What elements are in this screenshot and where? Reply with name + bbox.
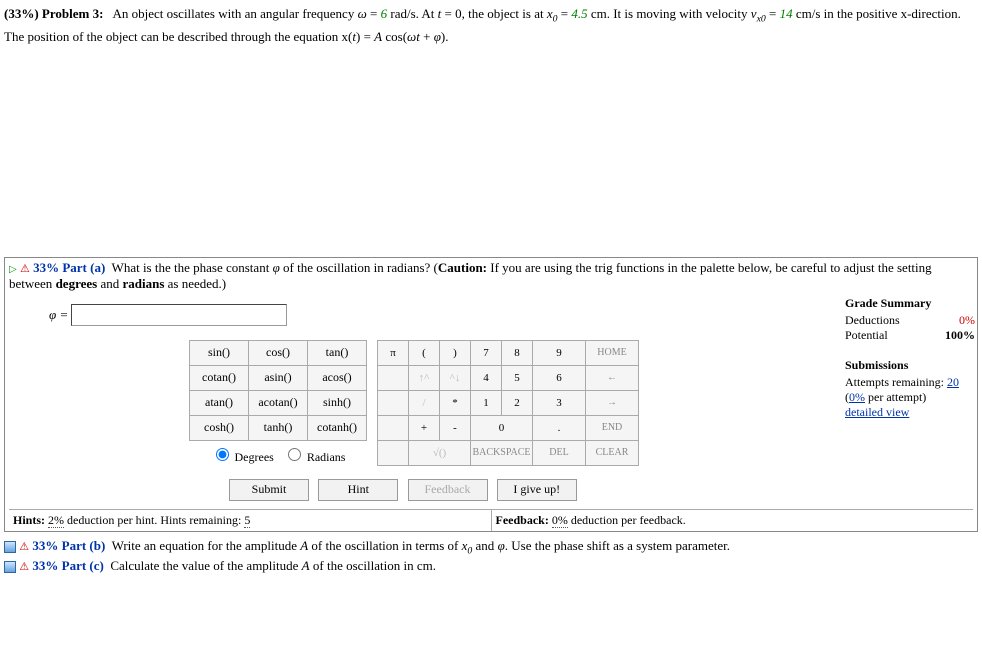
phi-label: φ = [49, 307, 68, 322]
fn-cos[interactable]: cos() [249, 340, 308, 365]
degrees-radio[interactable]: Degrees [211, 450, 274, 464]
part-a-header: ▷ ⚠ 33% Part (a) What is the the phase c… [9, 260, 973, 292]
part-c-row[interactable]: ⚠ 33% Part (c) Calculate the value of th… [4, 558, 978, 574]
key-lparen[interactable]: ( [409, 340, 440, 365]
key-3[interactable]: 3 [533, 390, 586, 415]
angle-mode-row: Degrees Radians [189, 441, 367, 469]
submit-button[interactable]: Submit [229, 479, 309, 501]
key-end[interactable]: END [586, 415, 639, 440]
key-5[interactable]: 5 [502, 365, 533, 390]
key-0[interactable]: 0 [471, 415, 533, 440]
hints-info: Hints: 2% deduction per hint. Hints rema… [9, 510, 492, 531]
triangle-play-icon: ▷ [9, 264, 17, 275]
fn-asin[interactable]: asin() [249, 365, 308, 390]
hint-button[interactable]: Hint [318, 479, 398, 501]
key-2[interactable]: 2 [502, 390, 533, 415]
key-7[interactable]: 7 [471, 340, 502, 365]
key-div[interactable]: / [409, 390, 440, 415]
fn-sin[interactable]: sin() [190, 340, 249, 365]
key-pi[interactable]: π [378, 340, 409, 365]
warning-icon: ⚠ [19, 541, 29, 553]
fn-sinh[interactable]: sinh() [308, 390, 367, 415]
key-9[interactable]: 9 [533, 340, 586, 365]
key-plus[interactable]: + [409, 415, 440, 440]
feedback-button[interactable]: Feedback [408, 479, 488, 501]
key-blank2[interactable] [378, 390, 409, 415]
key-8[interactable]: 8 [502, 340, 533, 365]
feedback-info: Feedback: 0% deduction per feedback. [492, 510, 974, 531]
action-buttons: Submit Hint Feedback I give up! [229, 479, 839, 501]
problem-statement: (33%) Problem 3: An object oscillates wi… [4, 4, 978, 47]
key-left[interactable]: ← [586, 365, 639, 390]
key-minus[interactable]: - [440, 415, 471, 440]
fn-acotan[interactable]: acotan() [249, 390, 308, 415]
key-mul[interactable]: * [440, 390, 471, 415]
key-6[interactable]: 6 [533, 365, 586, 390]
expand-icon [4, 561, 16, 573]
keypad: π ( ) 7 8 9 HOME ↑^ ^↓ 4 5 6 [377, 340, 639, 466]
key-1[interactable]: 1 [471, 390, 502, 415]
answer-input[interactable] [71, 304, 287, 326]
key-blank1[interactable] [378, 365, 409, 390]
per-attempt-link[interactable]: 0% [849, 390, 865, 404]
key-sup[interactable]: ↑^ [409, 365, 440, 390]
warning-icon: ⚠ [19, 561, 29, 573]
warning-icon: ⚠ [20, 263, 30, 275]
key-home[interactable]: HOME [586, 340, 639, 365]
function-palette: sin() cos() tan() cotan() asin() acos() … [189, 340, 367, 441]
key-right[interactable]: → [586, 390, 639, 415]
fn-cosh[interactable]: cosh() [190, 415, 249, 440]
fn-tan[interactable]: tan() [308, 340, 367, 365]
key-rparen[interactable]: ) [440, 340, 471, 365]
detailed-view-link[interactable]: detailed view [845, 405, 975, 420]
part-a-container: ▷ ⚠ 33% Part (a) What is the the phase c… [4, 257, 978, 532]
fn-cotan[interactable]: cotan() [190, 365, 249, 390]
fn-tanh[interactable]: tanh() [249, 415, 308, 440]
fn-acos[interactable]: acos() [308, 365, 367, 390]
key-backspace[interactable]: BACKSPACE [471, 440, 533, 465]
key-dot[interactable]: . [533, 415, 586, 440]
hints-feedback-row: Hints: 2% deduction per hint. Hints rema… [9, 509, 973, 531]
fn-cotanh[interactable]: cotanh() [308, 415, 367, 440]
grade-summary: Grade Summary Deductions0% Potential100%… [839, 296, 975, 420]
giveup-button[interactable]: I give up! [497, 479, 577, 501]
part-b-row[interactable]: ⚠ 33% Part (b) Write an equation for the… [4, 538, 978, 557]
fn-atan[interactable]: atan() [190, 390, 249, 415]
key-4[interactable]: 4 [471, 365, 502, 390]
answer-row: φ = [49, 304, 839, 326]
radians-radio[interactable]: Radians [283, 450, 346, 464]
key-blank4[interactable] [378, 440, 409, 465]
other-parts: ⚠ 33% Part (b) Write an equation for the… [4, 538, 978, 575]
key-clear[interactable]: CLEAR [586, 440, 639, 465]
expand-icon [4, 541, 16, 553]
key-del[interactable]: DEL [533, 440, 586, 465]
key-blank3[interactable] [378, 415, 409, 440]
key-sub[interactable]: ^↓ [440, 365, 471, 390]
attempts-link[interactable]: 20 [947, 375, 959, 389]
key-sqrt[interactable]: √() [409, 440, 471, 465]
